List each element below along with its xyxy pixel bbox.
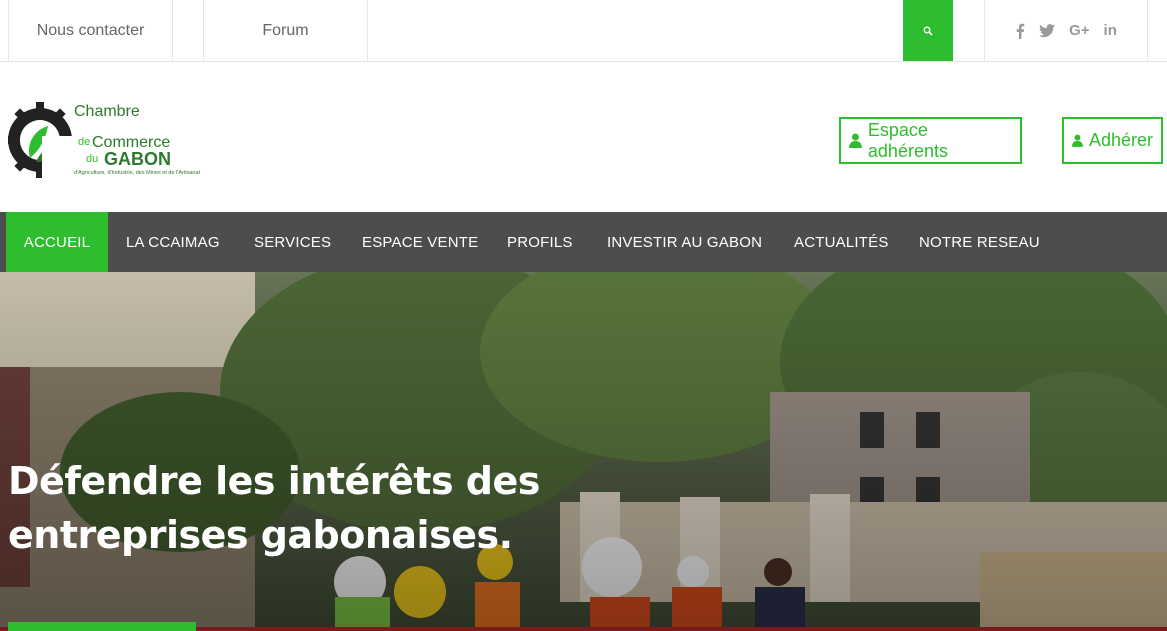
hero-banner: Défendre les intérêts des entreprises ga… [0,272,1167,631]
user-icon [1072,134,1083,147]
facebook-icon[interactable] [1015,23,1025,39]
social-links: G+ in [984,0,1148,61]
ccaimag-logo[interactable]: Chambre de Commerce du GABON d'Agricultu… [8,100,208,180]
hero-photo [0,272,1167,631]
logo-text-gabon: GABON [104,149,171,169]
main-nav: ACCUEIL LA CCAIMAG SERVICES ESPACE VENTE… [0,212,1167,272]
hero-headline: Défendre les intérêts des entreprises ga… [8,454,568,562]
logo-text-chambre: Chambre [74,103,140,120]
nav-item-accueil[interactable]: ACCUEIL [6,212,108,272]
site-header: Chambre de Commerce du GABON d'Agricultu… [0,62,1167,212]
nav-item-investir[interactable]: INVESTIR AU GABON [607,212,762,272]
search-icon [923,26,933,36]
top-bar: Nous contacter Forum G+ in [0,0,1167,62]
logo-tagline: d'Agriculture, d'Industrie, des Mines et… [74,170,201,176]
adherer-label: Adhérer [1088,130,1153,150]
nav-item-notre-reseau[interactable]: NOTRE RESEAU [919,212,1040,272]
hero-slider-indicator[interactable] [8,622,196,631]
hero-headline-line-1: Défendre les intérêts des [8,459,540,503]
twitter-icon[interactable] [1039,23,1056,38]
contact-link[interactable]: Nous contacter [8,0,173,61]
google-plus-icon[interactable]: G+ [1069,22,1089,39]
espace-adherents-button[interactable]: Espace adhérents [839,117,1022,164]
search-button[interactable] [903,0,953,61]
linkedin-icon[interactable]: in [1104,22,1117,39]
logo-text-du: du [86,153,99,165]
forum-link[interactable]: Forum [203,0,368,61]
nav-item-services[interactable]: SERVICES [254,212,331,272]
logo-text-de: de [78,136,91,148]
espace-adherents-label: Espace adhérents [867,119,948,161]
nav-item-ccaimag[interactable]: LA CCAIMAG [126,212,220,272]
hero-headline-line-2: entreprises gabonaises. [8,513,513,557]
user-icon [849,133,862,148]
nav-item-espace-vente[interactable]: ESPACE VENTE [362,212,478,272]
nav-item-profils[interactable]: PROFILS [507,212,573,272]
nav-item-actualites[interactable]: ACTUALITÉS [794,212,889,272]
gear-icon [8,102,74,180]
adherer-button[interactable]: Adhérer [1062,117,1163,164]
